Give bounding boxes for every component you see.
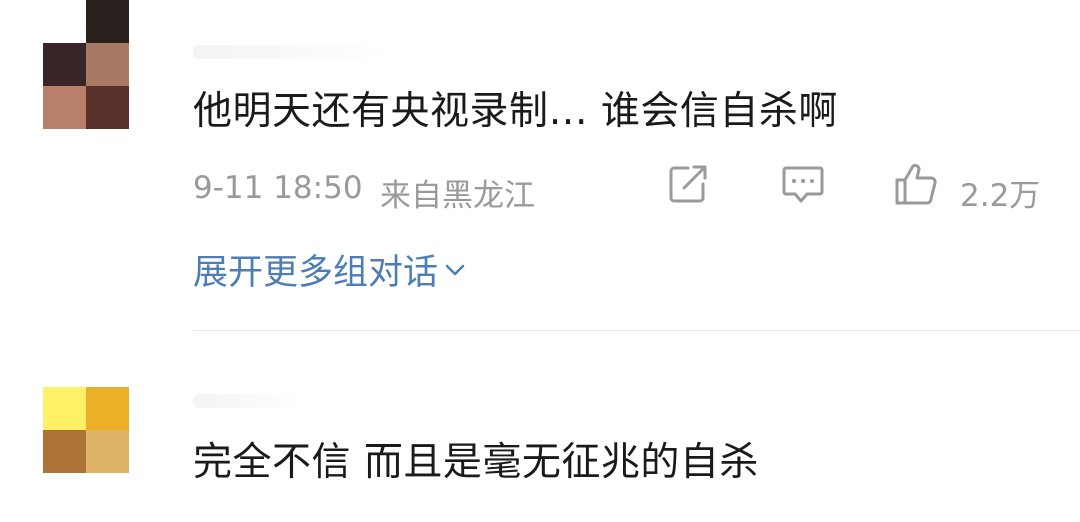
username-blurred[interactable] <box>193 394 303 408</box>
comment-location: 来自黑龙江 <box>380 178 535 214</box>
avatar[interactable] <box>43 43 129 129</box>
share-icon <box>669 165 707 203</box>
avatar-fragment <box>86 0 129 43</box>
comment-feed: 他明天还有央视录制‥. 谁会信自杀啊 9-11 18:50 来自黑龙江 2.2万… <box>0 0 1080 522</box>
comment-meta: 9-11 18:50 来自黑龙江 2.2万 <box>193 162 1053 214</box>
comment-text: 完全不信 而且是毫无征兆的自杀 <box>193 440 759 485</box>
like-button[interactable] <box>893 162 939 206</box>
expand-label: 展开更多组对话 <box>193 253 439 293</box>
comment-text: 他明天还有央视录制‥. 谁会信自杀啊 <box>193 89 838 134</box>
avatar[interactable] <box>43 387 129 473</box>
comment-time: 9-11 18:50 <box>193 170 363 206</box>
share-button[interactable] <box>666 162 712 206</box>
comment-item: 完全不信 而且是毫无征兆的自杀 <box>0 332 1080 522</box>
comment-icon <box>782 166 824 203</box>
chevron-down-icon <box>445 264 465 275</box>
username-blurred[interactable] <box>193 45 393 59</box>
expand-conversation-link[interactable]: 展开更多组对话 <box>193 244 466 295</box>
like-count: 2.2万 <box>960 178 1041 214</box>
like-icon <box>895 163 937 205</box>
divider <box>193 330 1080 331</box>
comment-button[interactable] <box>780 162 826 206</box>
comment-item: 他明天还有央视录制‥. 谁会信自杀啊 9-11 18:50 来自黑龙江 2.2万… <box>0 0 1080 331</box>
